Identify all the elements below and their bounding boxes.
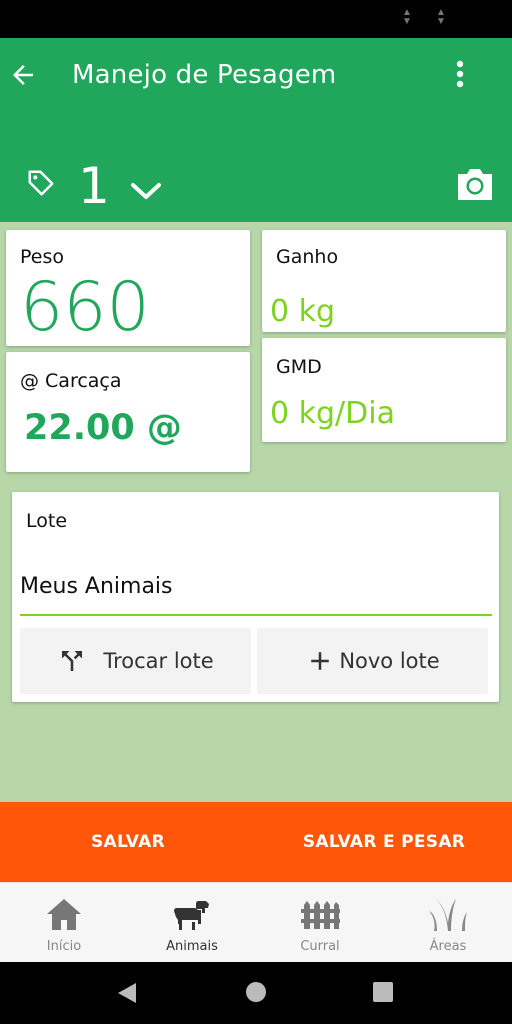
page-title: Manejo de Pesagem <box>72 60 337 90</box>
nav-item-areas[interactable]: Áreas <box>384 883 512 963</box>
more-vert-icon[interactable] <box>446 58 474 90</box>
bottom-nav: Início Animais Curral Áreas <box>0 882 512 962</box>
weight-card: Peso 660 <box>6 230 250 346</box>
animal-id[interactable]: 1 <box>78 156 110 216</box>
nav-item-animais[interactable]: Animais <box>128 883 256 963</box>
carcass-value: 22.00 @ <box>24 408 182 448</box>
nav-label-animais: Animais <box>166 939 218 954</box>
cattle-icon <box>174 901 209 930</box>
nav-item-inicio[interactable]: Início <box>0 883 128 963</box>
chevron-down-icon[interactable] <box>128 176 164 206</box>
weight-value[interactable]: 660 <box>20 270 150 346</box>
home-icon <box>47 899 81 930</box>
swap-lot-label: Trocar lote <box>103 649 214 673</box>
gain-value: 0 kg <box>270 294 336 329</box>
signal-icon: ▲ ▼ <box>436 7 446 27</box>
lot-label: Lote <box>26 510 68 532</box>
camera-icon[interactable] <box>454 166 496 202</box>
lot-field[interactable]: Meus Animais <box>20 568 492 616</box>
plus-icon <box>311 652 330 670</box>
nav-label-inicio: Início <box>46 939 82 954</box>
new-lot-button[interactable]: Novo lote <box>257 628 488 694</box>
save-button[interactable]: SALVAR <box>0 802 256 882</box>
carcass-card: @ Carcaça 22.00 @ <box>6 352 250 472</box>
app-bar: Manejo de Pesagem 1 <box>0 38 512 222</box>
nav-label-curral: Curral <box>300 939 340 954</box>
save-and-weigh-button[interactable]: SALVAR E PESAR <box>256 802 512 882</box>
nav-item-curral[interactable]: Curral <box>256 883 384 963</box>
system-recents-icon[interactable] <box>372 981 394 1003</box>
grass-icon <box>429 899 467 931</box>
carcass-label: @ Carcaça <box>20 370 122 392</box>
system-nav-bar <box>0 962 512 1024</box>
call-split-icon <box>62 651 83 671</box>
system-home-icon[interactable] <box>244 980 268 1004</box>
fence-icon <box>301 901 340 929</box>
daily-gain-card: GMD 0 kg/Dia <box>262 338 506 442</box>
nav-label-areas: Áreas <box>429 939 467 954</box>
daily-gain-value: 0 kg/Dia <box>270 396 395 431</box>
lot-card: Lote Meus Animais Trocar lote Novo lote <box>12 492 499 702</box>
tag-icon <box>28 170 54 196</box>
system-back-icon[interactable] <box>114 980 140 1006</box>
signal-icon: ▲ ▼ <box>402 7 412 27</box>
weight-label: Peso <box>20 246 64 268</box>
gain-label: Ganho <box>276 246 339 268</box>
back-arrow-icon[interactable] <box>8 60 38 90</box>
status-bar: ▲ ▼ ▲ ▼ <box>0 0 512 38</box>
lot-value: Meus Animais <box>20 574 173 599</box>
action-bar: SALVAR SALVAR E PESAR <box>0 802 512 882</box>
daily-gain-label: GMD <box>276 356 322 378</box>
swap-lot-button[interactable]: Trocar lote <box>20 628 251 694</box>
content-area: Peso 660 @ Carcaça 22.00 @ Ganho 0 kg GM… <box>0 222 512 802</box>
gain-card: Ganho 0 kg <box>262 230 506 332</box>
new-lot-label: Novo lote <box>339 649 440 673</box>
